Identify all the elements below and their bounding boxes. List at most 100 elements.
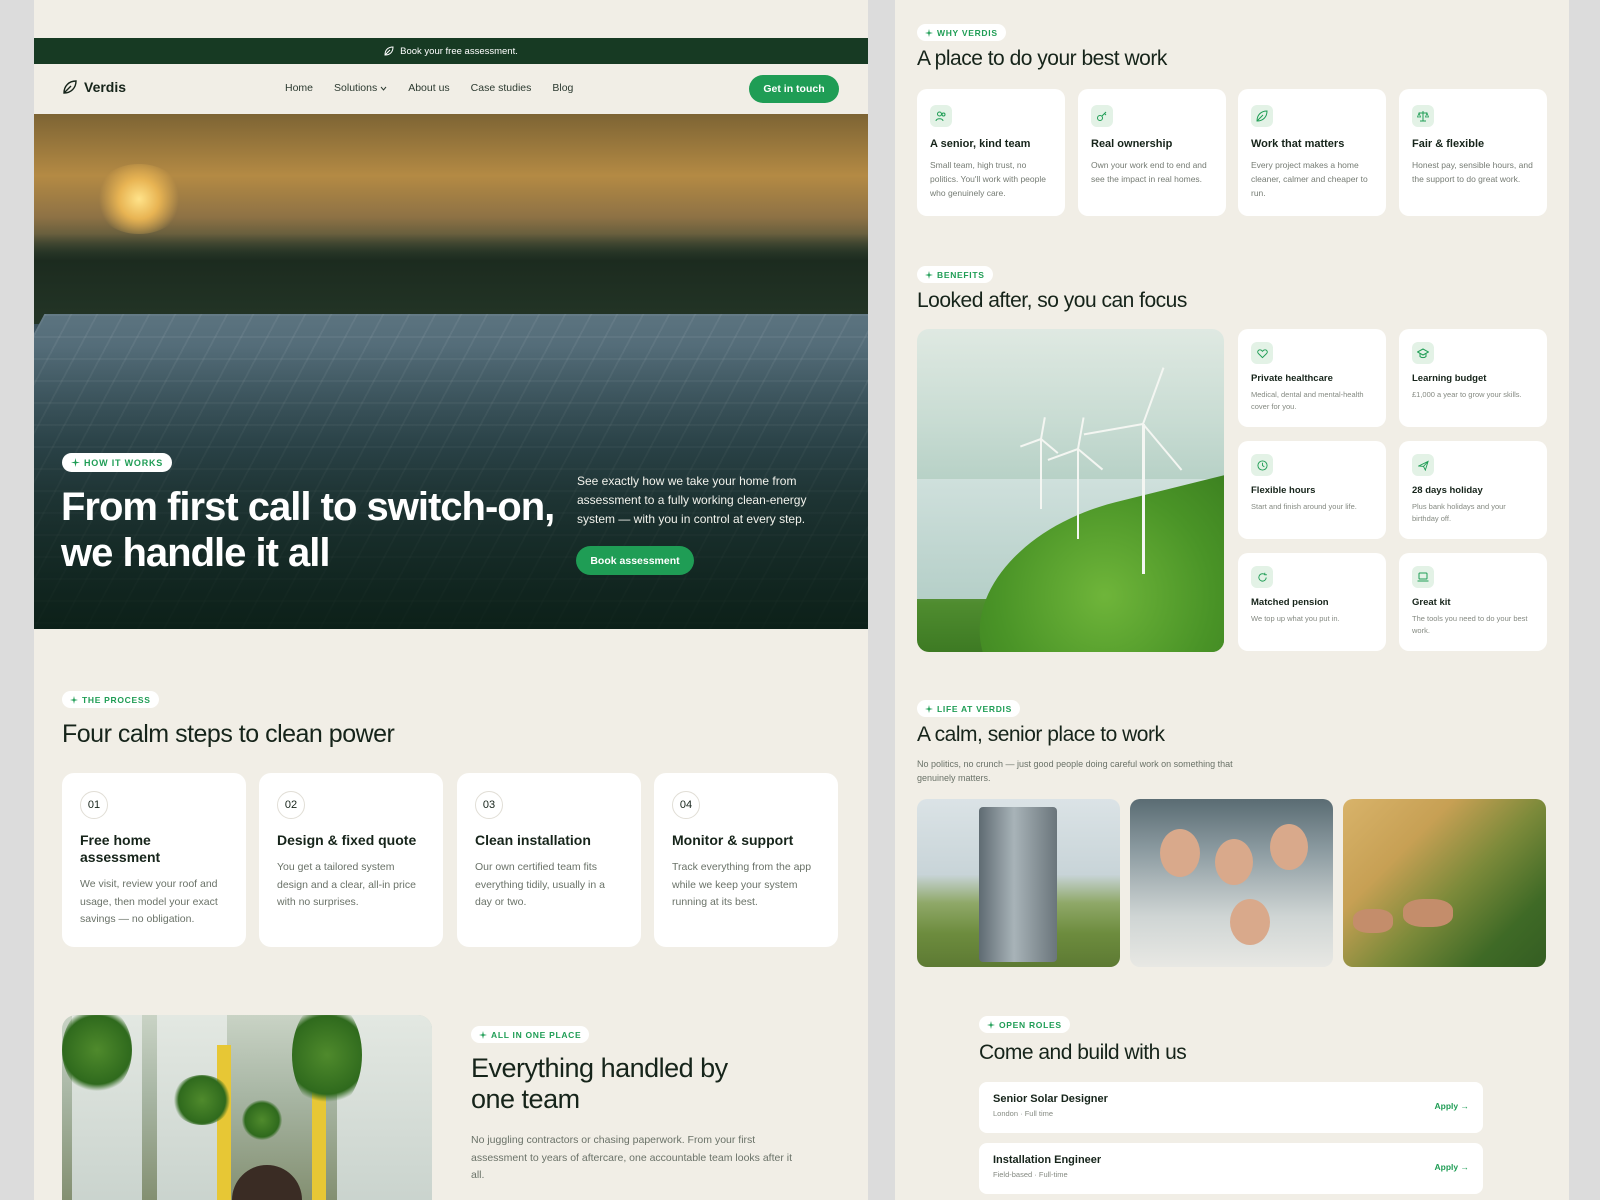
roles-badge: OPEN ROLES (979, 1016, 1070, 1033)
benefit-title: Flexible hours (1251, 485, 1316, 496)
role-title: Senior Solar Designer (993, 1093, 1108, 1105)
announcement-bar[interactable]: Book your free assessment. (34, 38, 868, 64)
hero-title: From first call to switch-on, we handle … (61, 485, 555, 575)
life-badge: LIFE AT VERDIS (917, 700, 1020, 717)
key-icon (1097, 111, 1107, 121)
benefit-card: Learning budget £1,000 a year to grow yo… (1399, 329, 1547, 427)
nav-about[interactable]: About us (408, 82, 449, 94)
hero-description: See exactly how we take your home from a… (577, 474, 807, 526)
process-badge: THE PROCESS (62, 691, 159, 708)
step-number: 04 (672, 791, 700, 819)
step-title: Free home assessment (80, 832, 161, 865)
brand-name: Verdis (84, 79, 127, 95)
step-description: We visit, review your roof and usage, th… (80, 878, 218, 925)
benefit-desc: £1,000 a year to grow your skills. (1412, 390, 1522, 399)
all-in-one-badge-text: ALL IN ONE PLACE (491, 1029, 582, 1040)
cabinet-photo (917, 799, 1120, 967)
apply-link[interactable]: Apply → (1435, 1162, 1469, 1172)
role-type: Full time (1024, 1109, 1054, 1118)
get-in-touch-button[interactable]: Get in touch (749, 75, 839, 103)
process-badge-text: THE PROCESS (82, 694, 151, 705)
all-in-one-title: Everything handled by one team (471, 1053, 728, 1114)
step-title: Monitor & support (672, 832, 794, 848)
role-type: Full-time (1038, 1170, 1068, 1179)
why-badge: WHY VERDIS (917, 24, 1006, 41)
careers-page-left: Book your free assessment. Verdis Home S… (34, 0, 868, 1200)
step-description: Our own certified team fits everything t… (475, 861, 605, 908)
clock-icon (1256, 459, 1268, 471)
step-number: 01 (80, 791, 108, 819)
leaf-logo-icon (63, 80, 77, 94)
hero-section: HOW IT WORKS From first call to switch-o… (34, 114, 868, 629)
scale-icon (1417, 111, 1429, 122)
graduation-icon (1417, 347, 1429, 358)
benefits-badge: BENEFITS (917, 266, 993, 283)
nav-home[interactable]: Home (285, 82, 313, 94)
plane-icon (1417, 459, 1429, 471)
benefit-card: Flexible hours Start and finish around y… (1238, 441, 1386, 539)
role-location: London (993, 1109, 1019, 1118)
sparkle-icon (925, 28, 933, 37)
step-card: 02 Design & fixed quote You get a tailor… (259, 773, 443, 947)
step-number: 03 (475, 791, 503, 819)
why-card: Work that matters Every project makes a … (1238, 89, 1386, 216)
role-meta: Field-based · Full-time (993, 1170, 1068, 1179)
hero-badge-text: HOW IT WORKS (84, 457, 164, 468)
step-title: Clean installation (475, 832, 591, 848)
book-assessment-button[interactable]: Book assessment (576, 546, 694, 575)
nav-solutions-label: Solutions (334, 82, 378, 94)
why-badge-text: WHY VERDIS (937, 27, 998, 38)
step-description: You get a tailored system design and a c… (277, 861, 416, 908)
life-description: No politics, no crunch — just good peopl… (917, 759, 1233, 783)
benefit-title: Private healthcare (1251, 373, 1333, 384)
all-in-one-badge: ALL IN ONE PLACE (471, 1026, 590, 1043)
leaf-icon (384, 46, 394, 56)
benefit-desc: Start and finish around your life. (1251, 502, 1357, 511)
roles-title: Come and build with us (979, 1041, 1187, 1064)
benefit-title: Great kit (1412, 597, 1451, 608)
why-card-desc: Own your work end to end and see the imp… (1091, 160, 1207, 184)
role-row[interactable]: Senior Solar Designer London · Full time… (979, 1082, 1483, 1133)
nav-case-studies[interactable]: Case studies (471, 82, 532, 94)
benefit-title: Matched pension (1251, 597, 1329, 608)
sparkle-icon (479, 1030, 487, 1039)
sparkle-icon (71, 458, 80, 467)
life-badge-text: LIFE AT VERDIS (937, 703, 1012, 714)
sparkle-icon (70, 695, 78, 704)
careers-page-right: WHY VERDIS A place to do your best work … (895, 0, 1569, 1200)
role-location: Field-based (993, 1170, 1033, 1179)
roles-badge-text: OPEN ROLES (999, 1019, 1062, 1030)
team-icon (935, 111, 946, 122)
why-card-title: Fair & flexible (1412, 138, 1485, 150)
top-nav: Verdis Home Solutions About us Case stud… (34, 64, 868, 114)
why-card: Real ownership Own your work end to end … (1078, 89, 1226, 216)
why-card: A senior, kind team Small team, high tru… (917, 89, 1065, 216)
laptop-icon (1417, 572, 1429, 582)
benefits-title: Looked after, so you can focus (917, 289, 1187, 312)
nav-solutions[interactable]: Solutions (334, 82, 387, 94)
leaf-icon (1256, 110, 1268, 122)
life-title: A calm, senior place to work (917, 723, 1165, 746)
role-row[interactable]: Installation Engineer Field-based · Full… (979, 1143, 1483, 1194)
field-photo (1343, 799, 1546, 967)
sparkle-icon (987, 1020, 995, 1029)
nav-links: Home Solutions About us Case studies Blo… (285, 82, 573, 94)
hero-badge: HOW IT WORKS (62, 453, 173, 472)
benefit-card: 28 days holiday Plus bank holidays and y… (1399, 441, 1547, 539)
benefit-desc: We top up what you put in. (1251, 614, 1340, 623)
benefit-card: Matched pension We top up what you put i… (1238, 553, 1386, 651)
refresh-icon (1257, 572, 1267, 582)
nav-blog[interactable]: Blog (552, 82, 573, 94)
benefit-desc: Medical, dental and mental-health cover … (1251, 390, 1364, 411)
why-card-desc: Small team, high trust, no politics. You… (930, 160, 1046, 198)
brand-logo[interactable]: Verdis (62, 79, 126, 95)
why-card-title: A senior, kind team (930, 138, 1031, 150)
role-title: Installation Engineer (993, 1154, 1102, 1166)
sparkle-icon (925, 704, 933, 713)
all-in-one-description: No juggling contractors or chasing paper… (471, 1134, 792, 1181)
why-card-desc: Every project makes a home cleaner, calm… (1251, 160, 1368, 198)
benefits-badge-text: BENEFITS (937, 269, 985, 280)
apply-link[interactable]: Apply → (1435, 1101, 1469, 1111)
why-card-title: Real ownership (1091, 138, 1173, 150)
sparkle-icon (925, 270, 933, 279)
